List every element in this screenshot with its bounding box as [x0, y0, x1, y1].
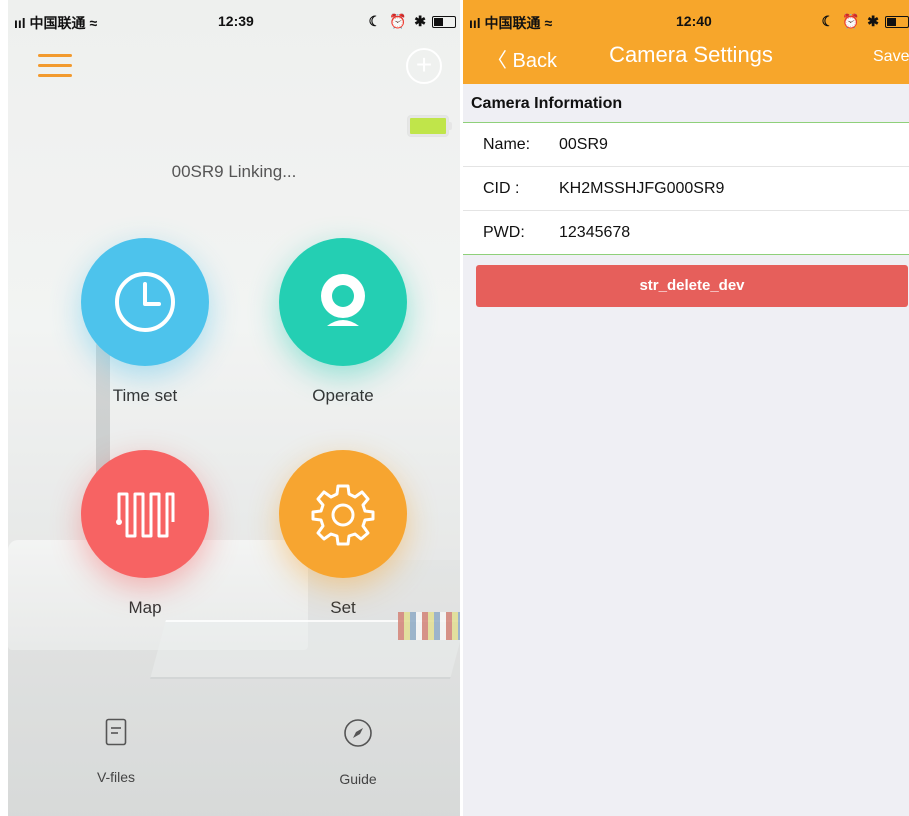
status-time: 12:39	[218, 13, 254, 29]
time-set-label: Time set	[112, 386, 178, 405]
save-button[interactable]: Save	[873, 48, 909, 66]
name-value[interactable]: 00SR9	[559, 136, 608, 154]
hamburger-line	[38, 74, 72, 77]
menu-button[interactable]	[38, 52, 72, 80]
time-set-button[interactable]: Time set	[70, 238, 220, 406]
section-title: Camera Information	[471, 95, 623, 112]
cid-row[interactable]: CID : KH2MSSHJFG000SR9	[463, 167, 909, 211]
v-files-label: V-files	[96, 769, 136, 785]
operate-button[interactable]: Operate	[268, 238, 418, 406]
clock-icon	[115, 272, 175, 332]
cid-value[interactable]: KH2MSSHJFG000SR9	[559, 180, 724, 198]
cid-label: CID :	[483, 180, 520, 197]
page-title: Camera Settings	[609, 42, 773, 67]
add-camera-button[interactable]: +	[406, 48, 442, 84]
map-label: Map	[128, 598, 162, 617]
v-files-button[interactable]: V-files	[76, 718, 156, 785]
operate-label: Operate	[312, 386, 374, 405]
guide-button[interactable]: Guide	[318, 718, 398, 787]
time-set-circle	[81, 238, 209, 366]
guide-label: Guide	[339, 771, 377, 787]
name-row[interactable]: Name: 00SR9	[463, 123, 909, 167]
plus-icon: +	[415, 49, 433, 80]
set-label: Set	[330, 598, 356, 617]
carrier-label: ııl 中国联通 ≈	[14, 15, 98, 31]
pwd-row[interactable]: PWD: 12345678	[463, 211, 909, 254]
camera-battery-icon	[408, 116, 452, 136]
home-screen: ııl 中国联通 ≈ 12:39 ☾ ⏰ ✱ + 00SR9 Linking..…	[8, 0, 460, 816]
camera-info-list: Name: 00SR9 CID : KH2MSSHJFG000SR9 PWD: …	[463, 122, 909, 255]
carrier-label: ııl 中国联通 ≈	[469, 15, 553, 31]
battery-icon	[432, 16, 456, 29]
battery-icon	[885, 16, 909, 29]
pwd-label: PWD:	[483, 224, 525, 241]
status-time: 12:40	[676, 13, 712, 29]
status-bar: ııl 中国联通 ≈ 12:39 ☾ ⏰ ✱	[8, 0, 460, 40]
background-overlay	[8, 0, 460, 816]
path-icon	[116, 492, 175, 538]
bottom-nav: V-files Guide	[8, 708, 460, 798]
map-button[interactable]: Map	[70, 450, 220, 618]
hamburger-line	[38, 64, 72, 67]
set-circle	[279, 450, 407, 578]
delete-device-button[interactable]: str_delete_dev	[476, 265, 908, 307]
status-icons: ☾ ⏰ ✱	[368, 13, 456, 30]
status-icons-text: ☾ ⏰ ✱	[368, 13, 428, 29]
operate-circle	[279, 238, 407, 366]
gear-icon	[311, 484, 375, 546]
pwd-value[interactable]: 12345678	[559, 224, 630, 242]
camera-settings-screen: ııl 中国联通 ≈ 12:40 ☾ ⏰ ✱ 〈 Back Camera Set…	[463, 0, 909, 816]
set-button[interactable]: Set	[268, 450, 418, 618]
compass-icon	[344, 719, 372, 747]
file-icon	[105, 718, 127, 746]
map-circle	[81, 450, 209, 578]
status-icons: ☾ ⏰ ✱	[822, 13, 909, 30]
camera-status-text: 00SR9 Linking...	[171, 162, 297, 181]
hamburger-icon	[38, 54, 72, 57]
name-label: Name:	[483, 136, 531, 153]
webcam-icon	[321, 274, 365, 326]
status-icons-text: ☾ ⏰ ✱	[821, 13, 881, 29]
nav-header: ııl 中国联通 ≈ 12:40 ☾ ⏰ ✱ 〈 Back Camera Set…	[463, 0, 909, 84]
